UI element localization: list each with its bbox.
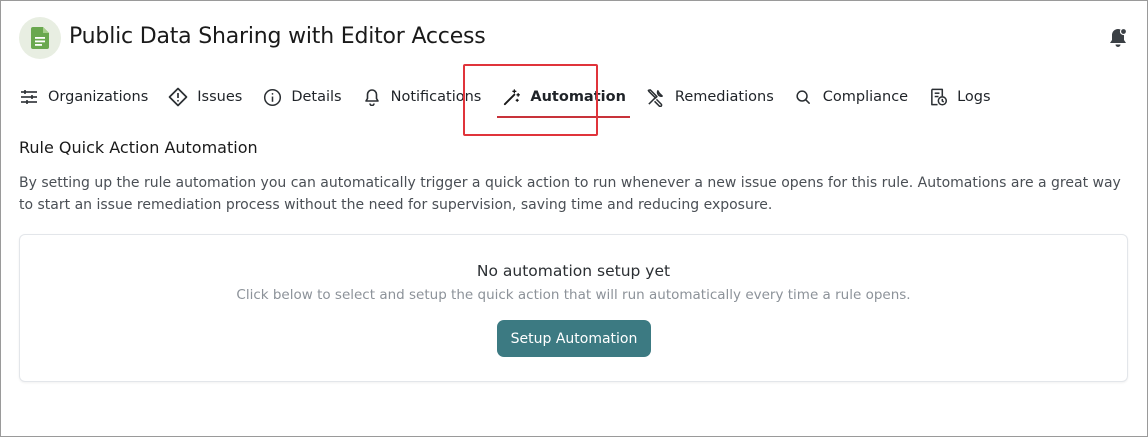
- tab-label: Issues: [197, 89, 243, 105]
- setup-automation-button[interactable]: Setup Automation: [497, 320, 651, 357]
- tab-notifications[interactable]: Notifications: [362, 81, 482, 113]
- tab-label: Remediations: [674, 89, 774, 105]
- search-icon: [794, 87, 814, 107]
- tab-label: Details: [291, 89, 342, 105]
- page-header: Public Data Sharing with Editor Access: [19, 17, 1133, 61]
- tab-label: Compliance: [822, 89, 909, 105]
- tab-label: Logs: [957, 89, 991, 105]
- tab-automation[interactable]: Automation: [497, 81, 630, 118]
- notification-bell-icon[interactable]: [1107, 27, 1129, 49]
- tab-compliance[interactable]: Compliance: [794, 81, 908, 113]
- tab-remediations[interactable]: Remediations: [646, 81, 774, 113]
- window-frame: Public Data Sharing with Editor Access O…: [0, 0, 1148, 437]
- tab-issues[interactable]: Issues: [168, 81, 242, 113]
- section-description: By setting up the rule automation you ca…: [19, 175, 1121, 213]
- warning-diamond-icon: [168, 87, 188, 107]
- empty-state-card: No automation setup yet Click below to s…: [19, 234, 1128, 382]
- section-title: Rule Quick Action Automation: [19, 138, 258, 157]
- rule-tabs: Organizations Issues Details Notificatio…: [19, 81, 1011, 118]
- info-icon: [262, 87, 282, 107]
- google-sheets-doc-icon: [19, 17, 61, 59]
- tab-label: Automation: [530, 89, 626, 105]
- empty-state-subtitle: Click below to select and setup the quic…: [236, 287, 911, 303]
- sliders-icon: [19, 87, 39, 107]
- bell-icon: [362, 87, 382, 107]
- tab-organizations[interactable]: Organizations: [19, 81, 148, 113]
- empty-state-title: No automation setup yet: [476, 262, 671, 280]
- tab-details[interactable]: Details: [262, 81, 342, 113]
- page-title: Public Data Sharing with Editor Access: [69, 24, 486, 49]
- tab-label: Notifications: [390, 89, 482, 105]
- tab-logs[interactable]: Logs: [928, 81, 991, 113]
- magic-wand-icon: [501, 87, 521, 107]
- log-file-icon: [928, 87, 948, 107]
- tab-label: Organizations: [48, 89, 149, 105]
- tools-icon: [646, 87, 666, 107]
